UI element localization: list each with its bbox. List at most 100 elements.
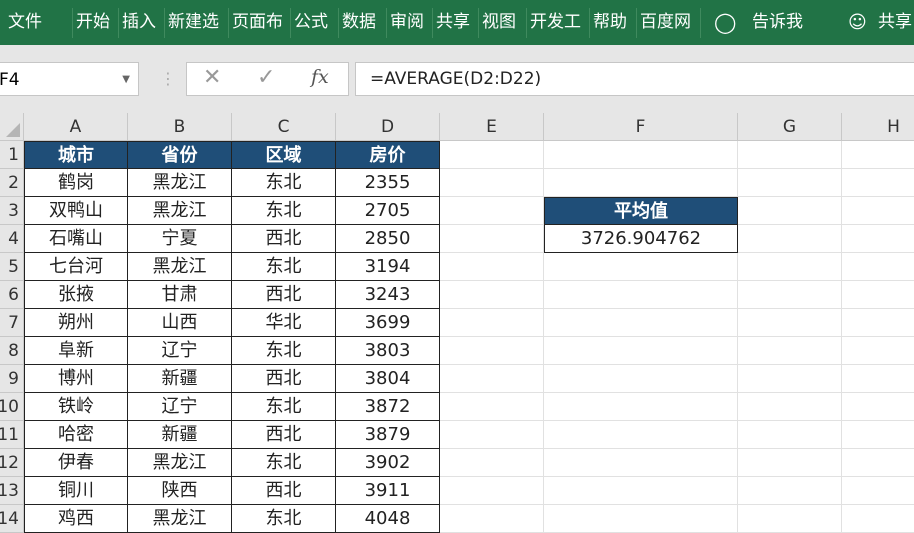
cell[interactable]: 博州: [24, 365, 128, 393]
cell[interactable]: [842, 197, 914, 225]
tell-me-button[interactable]: 告诉我: [752, 0, 803, 45]
table-header-cell[interactable]: 房价: [336, 141, 440, 169]
share-button[interactable]: 共享: [878, 0, 912, 45]
cell[interactable]: [440, 197, 544, 225]
cell[interactable]: 华北: [232, 309, 336, 337]
cell[interactable]: [544, 393, 738, 421]
cell[interactable]: [738, 169, 842, 197]
cell[interactable]: 新疆: [128, 365, 232, 393]
cell[interactable]: 哈密: [24, 421, 128, 449]
cell[interactable]: [544, 141, 738, 169]
cell[interactable]: [544, 309, 738, 337]
cell[interactable]: [440, 337, 544, 365]
cell[interactable]: [842, 365, 914, 393]
column-header-F[interactable]: F: [544, 113, 738, 141]
cell[interactable]: [738, 477, 842, 505]
cell[interactable]: 3804: [336, 365, 440, 393]
cell[interactable]: [440, 141, 544, 169]
cell[interactable]: [842, 281, 914, 309]
cell[interactable]: [440, 309, 544, 337]
cell[interactable]: 伊春: [24, 449, 128, 477]
tab-4[interactable]: 页面布: [232, 0, 283, 45]
row-header[interactable]: 2: [0, 169, 24, 197]
cell[interactable]: 西北: [232, 225, 336, 253]
fx-icon[interactable]: fx: [311, 66, 329, 88]
cell[interactable]: [440, 393, 544, 421]
cell[interactable]: 陕西: [128, 477, 232, 505]
column-header-H[interactable]: H: [842, 113, 914, 141]
cell[interactable]: [842, 393, 914, 421]
cell[interactable]: [440, 365, 544, 393]
cell[interactable]: [738, 449, 842, 477]
row-header[interactable]: 7: [0, 309, 24, 337]
tab-9[interactable]: 视图: [482, 0, 516, 45]
tab-8[interactable]: 共享: [436, 0, 470, 45]
cell[interactable]: 西北: [232, 477, 336, 505]
cell[interactable]: [738, 393, 842, 421]
cell[interactable]: [842, 309, 914, 337]
cell[interactable]: [738, 253, 842, 281]
column-header-C[interactable]: C: [232, 113, 336, 141]
cell[interactable]: [544, 477, 738, 505]
cell[interactable]: 东北: [232, 505, 336, 533]
tab-0[interactable]: 文件: [8, 0, 42, 45]
cell[interactable]: 西北: [232, 421, 336, 449]
tab-11[interactable]: 帮助: [593, 0, 627, 45]
cell[interactable]: [842, 505, 914, 533]
cell[interactable]: [544, 505, 738, 533]
cell[interactable]: [440, 505, 544, 533]
cell[interactable]: 鸡西: [24, 505, 128, 533]
row-header[interactable]: 10: [0, 393, 24, 421]
cell[interactable]: [738, 505, 842, 533]
cell[interactable]: [544, 421, 738, 449]
cell[interactable]: 西北: [232, 365, 336, 393]
cell[interactable]: 辽宁: [128, 337, 232, 365]
cell[interactable]: 甘肃: [128, 281, 232, 309]
column-header-G[interactable]: G: [738, 113, 842, 141]
tab-6[interactable]: 数据: [342, 0, 376, 45]
cell[interactable]: [738, 225, 842, 253]
cell[interactable]: [440, 281, 544, 309]
row-header[interactable]: 5: [0, 253, 24, 281]
row-header[interactable]: 4: [0, 225, 24, 253]
cell[interactable]: 山西: [128, 309, 232, 337]
column-header-A[interactable]: A: [24, 113, 128, 141]
cell[interactable]: [842, 169, 914, 197]
cell[interactable]: 2705: [336, 197, 440, 225]
cell[interactable]: [544, 281, 738, 309]
cell[interactable]: 黑龙江: [128, 449, 232, 477]
cell[interactable]: [544, 253, 738, 281]
tab-12[interactable]: 百度网: [640, 0, 691, 45]
cell[interactable]: [440, 477, 544, 505]
cell[interactable]: 3699: [336, 309, 440, 337]
table-header-cell[interactable]: 区域: [232, 141, 336, 169]
cell[interactable]: [738, 421, 842, 449]
name-box[interactable]: F4 ▼: [0, 62, 139, 96]
cell[interactable]: 阜新: [24, 337, 128, 365]
cell[interactable]: 西北: [232, 281, 336, 309]
cell[interactable]: 黑龙江: [128, 505, 232, 533]
cell[interactable]: 铜川: [24, 477, 128, 505]
row-header[interactable]: 12: [0, 449, 24, 477]
cell[interactable]: 张掖: [24, 281, 128, 309]
cell[interactable]: 东北: [232, 197, 336, 225]
tab-1[interactable]: 开始: [76, 0, 110, 45]
row-header[interactable]: 13: [0, 477, 24, 505]
cell[interactable]: [842, 421, 914, 449]
cell[interactable]: 东北: [232, 337, 336, 365]
cell[interactable]: 宁夏: [128, 225, 232, 253]
row-header[interactable]: 9: [0, 365, 24, 393]
chevron-down-icon[interactable]: ▼: [122, 63, 130, 97]
user-icon[interactable]: ☺: [848, 0, 867, 45]
cell[interactable]: [544, 169, 738, 197]
cell[interactable]: [440, 169, 544, 197]
tab-7[interactable]: 审阅: [390, 0, 424, 45]
row-header[interactable]: 11: [0, 421, 24, 449]
row-header[interactable]: 3: [0, 197, 24, 225]
cell[interactable]: [544, 337, 738, 365]
cell[interactable]: 3194: [336, 253, 440, 281]
column-header-B[interactable]: B: [128, 113, 232, 141]
cell[interactable]: 铁岭: [24, 393, 128, 421]
cell[interactable]: [842, 141, 914, 169]
cell[interactable]: 3872: [336, 393, 440, 421]
